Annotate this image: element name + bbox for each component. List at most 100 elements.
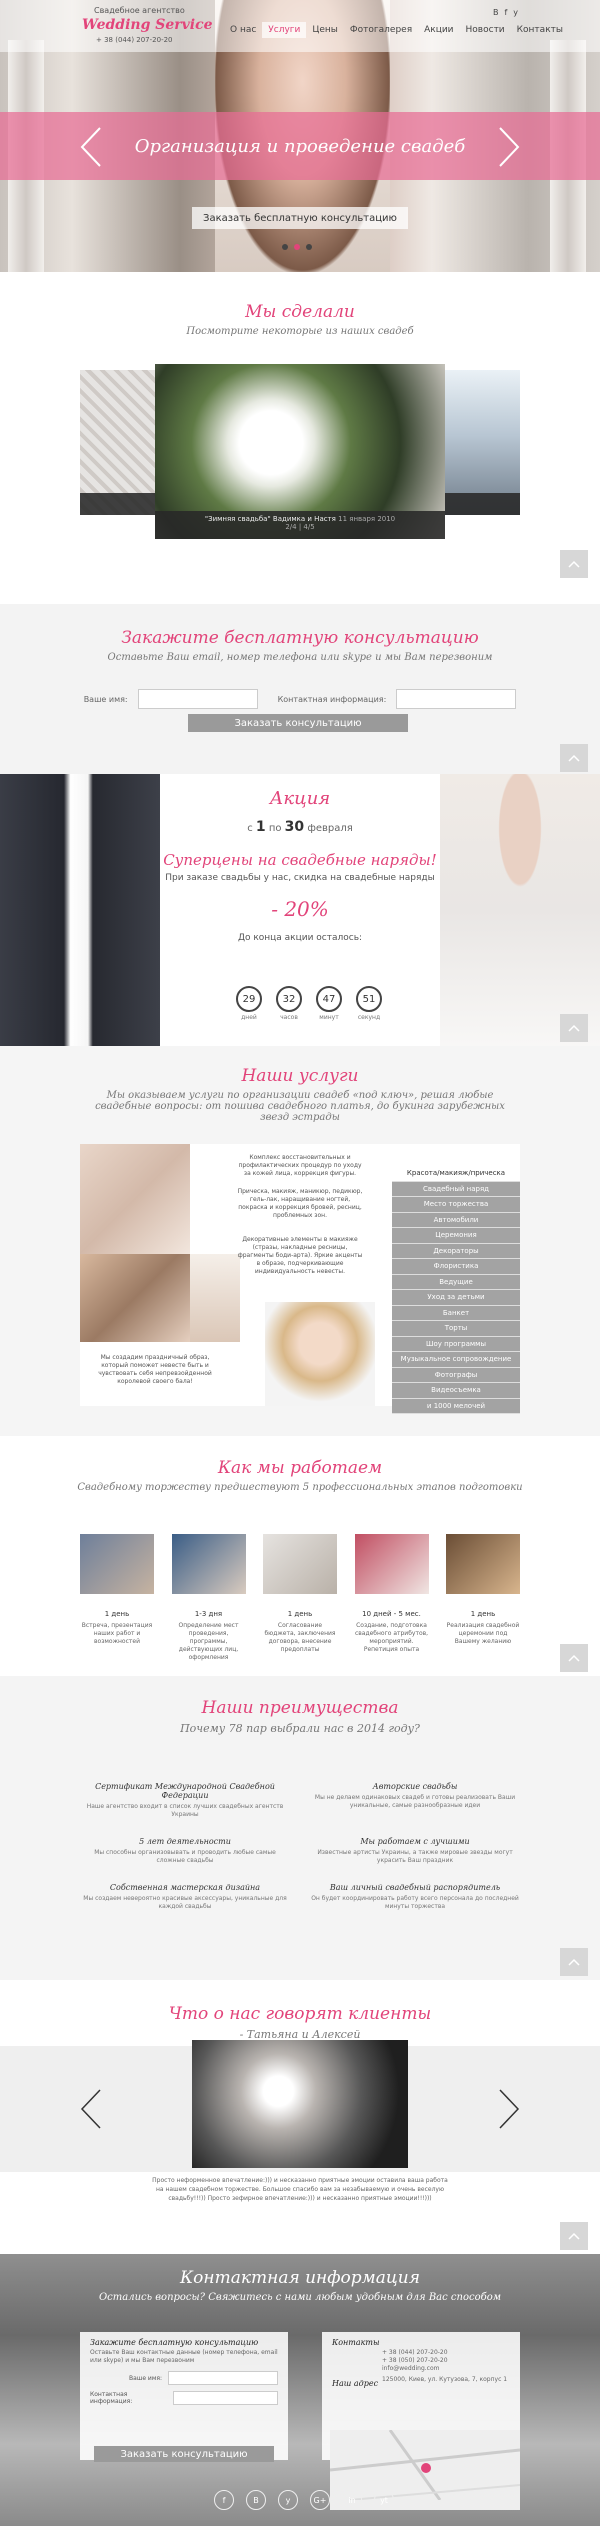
services-list-item[interactable]: Музыкальное сопровождение	[392, 1352, 520, 1368]
step-item: 1-3 дня Определение мест проведения, прог…	[171, 1534, 246, 1662]
contact-phones: + 38 (044) 207-20-20 + 38 (050) 207-20-2…	[382, 2349, 448, 2364]
services-list-item[interactable]: Свадебный наряд	[392, 1181, 520, 1197]
nav-about[interactable]: О нас	[224, 22, 262, 38]
advantage-text: Наше агентство входит в список лучших св…	[86, 1803, 284, 1818]
contact-email[interactable]: info@wedding.com	[372, 2365, 520, 2373]
contact-form: Закажите бесплатную консультацию Оставьт…	[80, 2332, 288, 2460]
contact-submit-button[interactable]: Заказать консультацию	[94, 2446, 274, 2462]
services-list-item[interactable]: Шоу программы	[392, 1336, 520, 1352]
address-text: 125000, Киев, ул. Кутузова, 7, корпус 1	[382, 2376, 508, 2383]
logo[interactable]: Wedding Service	[82, 17, 213, 33]
countdown-timer: 29 дней 32 часов 47 минут 51 секунд	[236, 986, 382, 1021]
advantage-title: Сертификат Международной Свадебной Федер…	[95, 1782, 275, 1800]
gallery-thumb-right[interactable]	[445, 370, 520, 515]
step-item: 1 день Встреча, презентация наших работ и…	[80, 1534, 154, 1662]
name-field[interactable]	[168, 2371, 278, 2385]
slider-dot-active[interactable]	[294, 244, 300, 250]
nav-news[interactable]: Новости	[460, 22, 511, 38]
name-field[interactable]	[137, 689, 258, 709]
services-list-item[interactable]: Автомобили	[392, 1212, 520, 1228]
step-text: Определение мест проведения, программы, …	[178, 1622, 239, 1661]
contacts-title: Контактная информация	[180, 2268, 420, 2288]
timer-unit: секунд	[357, 1014, 381, 1021]
step-text: Реализация свадебной церемонии под Вашем…	[446, 1622, 520, 1645]
youtube-icon[interactable]: yt	[374, 2490, 394, 2510]
scroll-up-button[interactable]	[560, 550, 588, 578]
promo-period-mid: по	[268, 823, 282, 834]
slider-dot[interactable]	[306, 244, 312, 250]
google-plus-icon[interactable]: G+	[310, 2490, 330, 2510]
youtube-icon[interactable]: y	[513, 8, 518, 17]
nav-gallery[interactable]: Фотогалерея	[344, 22, 418, 38]
advantage-title: Мы работаем с лучшими	[360, 1837, 470, 1846]
arrow-right-icon[interactable]	[498, 2088, 520, 2130]
steps: 1 день Встреча, презентация наших работ и…	[80, 1534, 520, 1662]
arrow-left-icon[interactable]	[80, 126, 102, 168]
portfolio-section: Мы сделали Посмотрите некоторые из наших…	[0, 272, 600, 604]
gallery-thumb-left[interactable]	[80, 370, 155, 515]
facebook-icon[interactable]: f	[504, 8, 507, 17]
arrow-left-icon[interactable]	[80, 2088, 102, 2130]
nav-services[interactable]: Услуги	[262, 22, 307, 38]
scroll-up-button[interactable]	[560, 1948, 588, 1976]
vk-icon[interactable]: B	[493, 8, 499, 17]
hero-consult-button[interactable]: Заказать бесплатную консультацию	[192, 207, 408, 229]
advantage-item: 5 лет деятельности Мы способны организовы…	[80, 1837, 290, 1865]
scroll-up-button[interactable]	[560, 1014, 588, 1042]
advantage-text: Известные артисты Украины, а также миров…	[317, 1849, 513, 1864]
contact-field[interactable]	[173, 2391, 278, 2405]
linkedin-icon[interactable]: in	[342, 2490, 362, 2510]
services-list-item[interactable]: Фотографы	[392, 1367, 520, 1383]
services-list-item[interactable]: Флористика	[392, 1259, 520, 1275]
advantage-text: Мы создаем невероятно красивые аксессуар…	[83, 1895, 287, 1910]
services-list: Красота/макияж/прическа Свадебный наряд …	[392, 1166, 520, 1414]
promo-period-suffix: февраля	[307, 823, 353, 834]
services-list-item[interactable]: и 1000 мелочей	[392, 1398, 520, 1414]
services-list-item[interactable]: Торты	[392, 1321, 520, 1337]
top-bar: Свадебное агентство Wedding Service + 38…	[0, 0, 600, 52]
services-list-item[interactable]: Видеосъемка	[392, 1383, 520, 1399]
contact-field[interactable]	[396, 689, 517, 709]
advantage-text: Мы способны организовывать и проводить л…	[94, 1849, 276, 1864]
timer-days: 29	[236, 986, 262, 1012]
timer-unit: дней	[241, 1014, 257, 1021]
consult-button[interactable]: Заказать консультацию	[188, 714, 408, 732]
services-section: Наши услуги Мы оказываем услуги по орган…	[0, 1046, 600, 1436]
map-pin-icon	[421, 2463, 431, 2473]
how-section: Как мы работаем Свадебному торжеству пре…	[0, 1436, 600, 1676]
nav-contacts[interactable]: Контакты	[511, 22, 569, 38]
services-list-item[interactable]: Место торжества	[392, 1197, 520, 1213]
scroll-up-button[interactable]	[560, 1644, 588, 1672]
twitter-icon[interactable]: y	[278, 2490, 298, 2510]
gallery-main-image[interactable]: "Зимняя свадьба" Вадимка и Настя 11 янва…	[155, 364, 445, 539]
groom-suit-image	[0, 774, 160, 1046]
advantage-item: Авторские свадьбы Мы не делаем одинаковых…	[310, 1782, 520, 1819]
services-list-item[interactable]: Декораторы	[392, 1243, 520, 1259]
service-image	[80, 1254, 190, 1342]
promo-to: 30	[284, 819, 305, 835]
service-image	[80, 1144, 190, 1254]
advantage-item: Ваш личный свадебный распорядитель Он буд…	[310, 1883, 520, 1911]
services-list-item[interactable]: Банкет	[392, 1305, 520, 1321]
step-text: Создание, подготовка свадебного атрибуто…	[354, 1622, 429, 1653]
advantage-title: Собственная мастерская дизайна	[109, 1883, 261, 1892]
services-list-item[interactable]: Ведущие	[392, 1274, 520, 1290]
slider-dot[interactable]	[282, 244, 288, 250]
scroll-up-button[interactable]	[560, 2222, 588, 2250]
vk-icon[interactable]: B	[246, 2490, 266, 2510]
promo-from: 1	[255, 819, 266, 835]
contact-form-title: Закажите бесплатную консультацию	[90, 2338, 259, 2347]
advantages-grid: Сертификат Международной Свадебной Федер…	[80, 1782, 520, 1929]
arrow-right-icon[interactable]	[498, 126, 520, 168]
contact-label: Контактная информация:	[277, 694, 387, 704]
review-photo	[192, 2040, 408, 2168]
facebook-icon[interactable]: f	[214, 2490, 234, 2510]
services-list-item[interactable]: Церемония	[392, 1228, 520, 1244]
services-list-head[interactable]: Красота/макияж/прическа	[392, 1166, 520, 1182]
scroll-up-button[interactable]	[560, 744, 588, 772]
nav-prices[interactable]: Цены	[306, 22, 344, 38]
consult-subtitle: Оставьте Ваш email, номер телефона или s…	[107, 652, 493, 663]
advantage-title: Ваш личный свадебный распорядитель	[329, 1883, 501, 1892]
nav-promo[interactable]: Акции	[418, 22, 459, 38]
services-list-item[interactable]: Уход за детьми	[392, 1290, 520, 1306]
